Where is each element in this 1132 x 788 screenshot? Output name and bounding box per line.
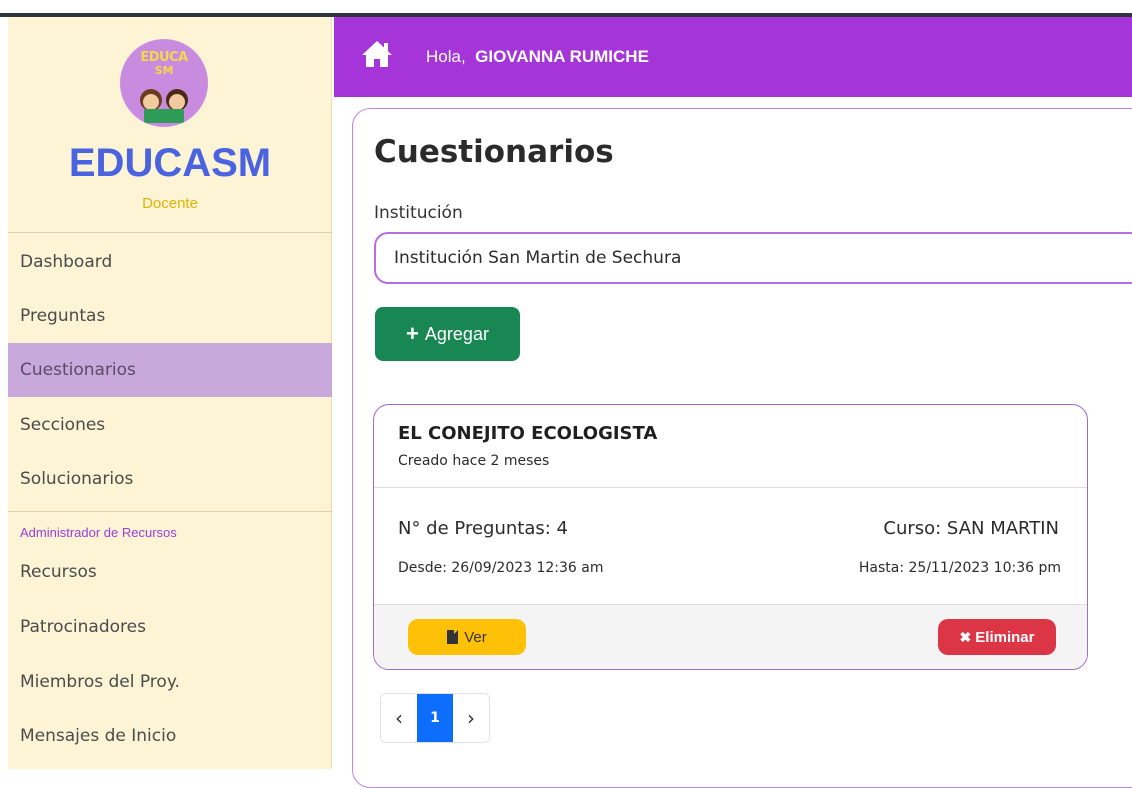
end-date: Hasta: 25/11/2023 10:36 pm <box>858 560 1061 576</box>
greeting-text: Hola, <box>426 47 466 66</box>
home-icon[interactable] <box>360 39 394 69</box>
sidebar-item-patrocinadores[interactable]: Patrocinadores <box>8 600 332 654</box>
sidebar-item-secciones[interactable]: Secciones <box>8 398 332 452</box>
sidebar-item-preguntas[interactable]: Preguntas <box>8 289 332 343</box>
institution-label: Institución <box>374 203 463 223</box>
question-count: N° de Preguntas: 4 <box>398 518 568 539</box>
page-title: Cuestionarios <box>374 134 614 170</box>
pagination: ‹ 1 › <box>380 693 490 743</box>
questionnaire-card: EL CONEJITO ECOLOGISTA Creado hace 2 mes… <box>373 404 1088 670</box>
created-time: Creado hace 2 meses <box>398 453 550 469</box>
logo-kid-face <box>169 94 185 110</box>
logo-kid-face <box>143 94 159 110</box>
sidebar-divider <box>8 232 332 233</box>
questionnaire-title: EL CONEJITO ECOLOGISTA <box>398 423 658 444</box>
plus-icon: + <box>406 321 419 346</box>
delete-button-label: Eliminar <box>975 628 1035 646</box>
sidebar-item-recursos[interactable]: Recursos <box>8 545 332 599</box>
user-role: Docente <box>142 195 198 212</box>
logo-text-sub: SM <box>154 64 174 77</box>
pagination-next[interactable]: › <box>453 694 489 742</box>
section-label-admin: Administrador de Recursos <box>20 525 177 540</box>
add-button-label: Agregar <box>424 323 489 344</box>
top-header: Hola, GIOVANNA RUMICHE <box>334 17 1132 97</box>
close-icon: ✖ <box>959 628 972 645</box>
sidebar-item-solucionarios[interactable]: Solucionarios <box>8 452 332 506</box>
view-button[interactable]: Ver <box>408 619 526 655</box>
logo-book <box>144 109 184 123</box>
delete-button[interactable]: ✖ Eliminar <box>938 619 1056 655</box>
add-button[interactable]: + Agregar <box>375 307 520 361</box>
user-name: GIOVANNA RUMICHE <box>475 47 649 66</box>
pagination-prev[interactable]: ‹ <box>381 694 417 742</box>
card-divider <box>374 487 1087 488</box>
document-icon <box>447 630 459 644</box>
course-name: Curso: SAN MARTIN <box>883 518 1059 539</box>
logo-text: EDUCA <box>140 50 188 65</box>
start-date: Desde: 26/09/2023 12:36 am <box>398 560 604 576</box>
view-button-label: Ver <box>464 628 487 646</box>
sidebar-item-dashboard[interactable]: Dashboard <box>8 235 332 289</box>
sidebar-item-mensajes[interactable]: Mensajes de Inicio <box>8 709 332 763</box>
sidebar: EDUCA SM EDUCASM Docente Dashboard Pregu… <box>8 17 332 769</box>
logo: EDUCA SM <box>120 39 208 127</box>
greeting: Hola, GIOVANNA RUMICHE <box>426 47 649 67</box>
institution-select[interactable]: Institución San Martin de Sechura <box>374 232 1132 284</box>
sidebar-divider <box>8 511 332 512</box>
sidebar-item-miembros[interactable]: Miembros del Proy. <box>8 655 332 709</box>
top-strip <box>0 0 1132 17</box>
pagination-page-current[interactable]: 1 <box>417 694 453 742</box>
sidebar-item-cuestionarios[interactable]: Cuestionarios <box>8 343 332 397</box>
brand-name: EDUCASM <box>68 141 272 185</box>
